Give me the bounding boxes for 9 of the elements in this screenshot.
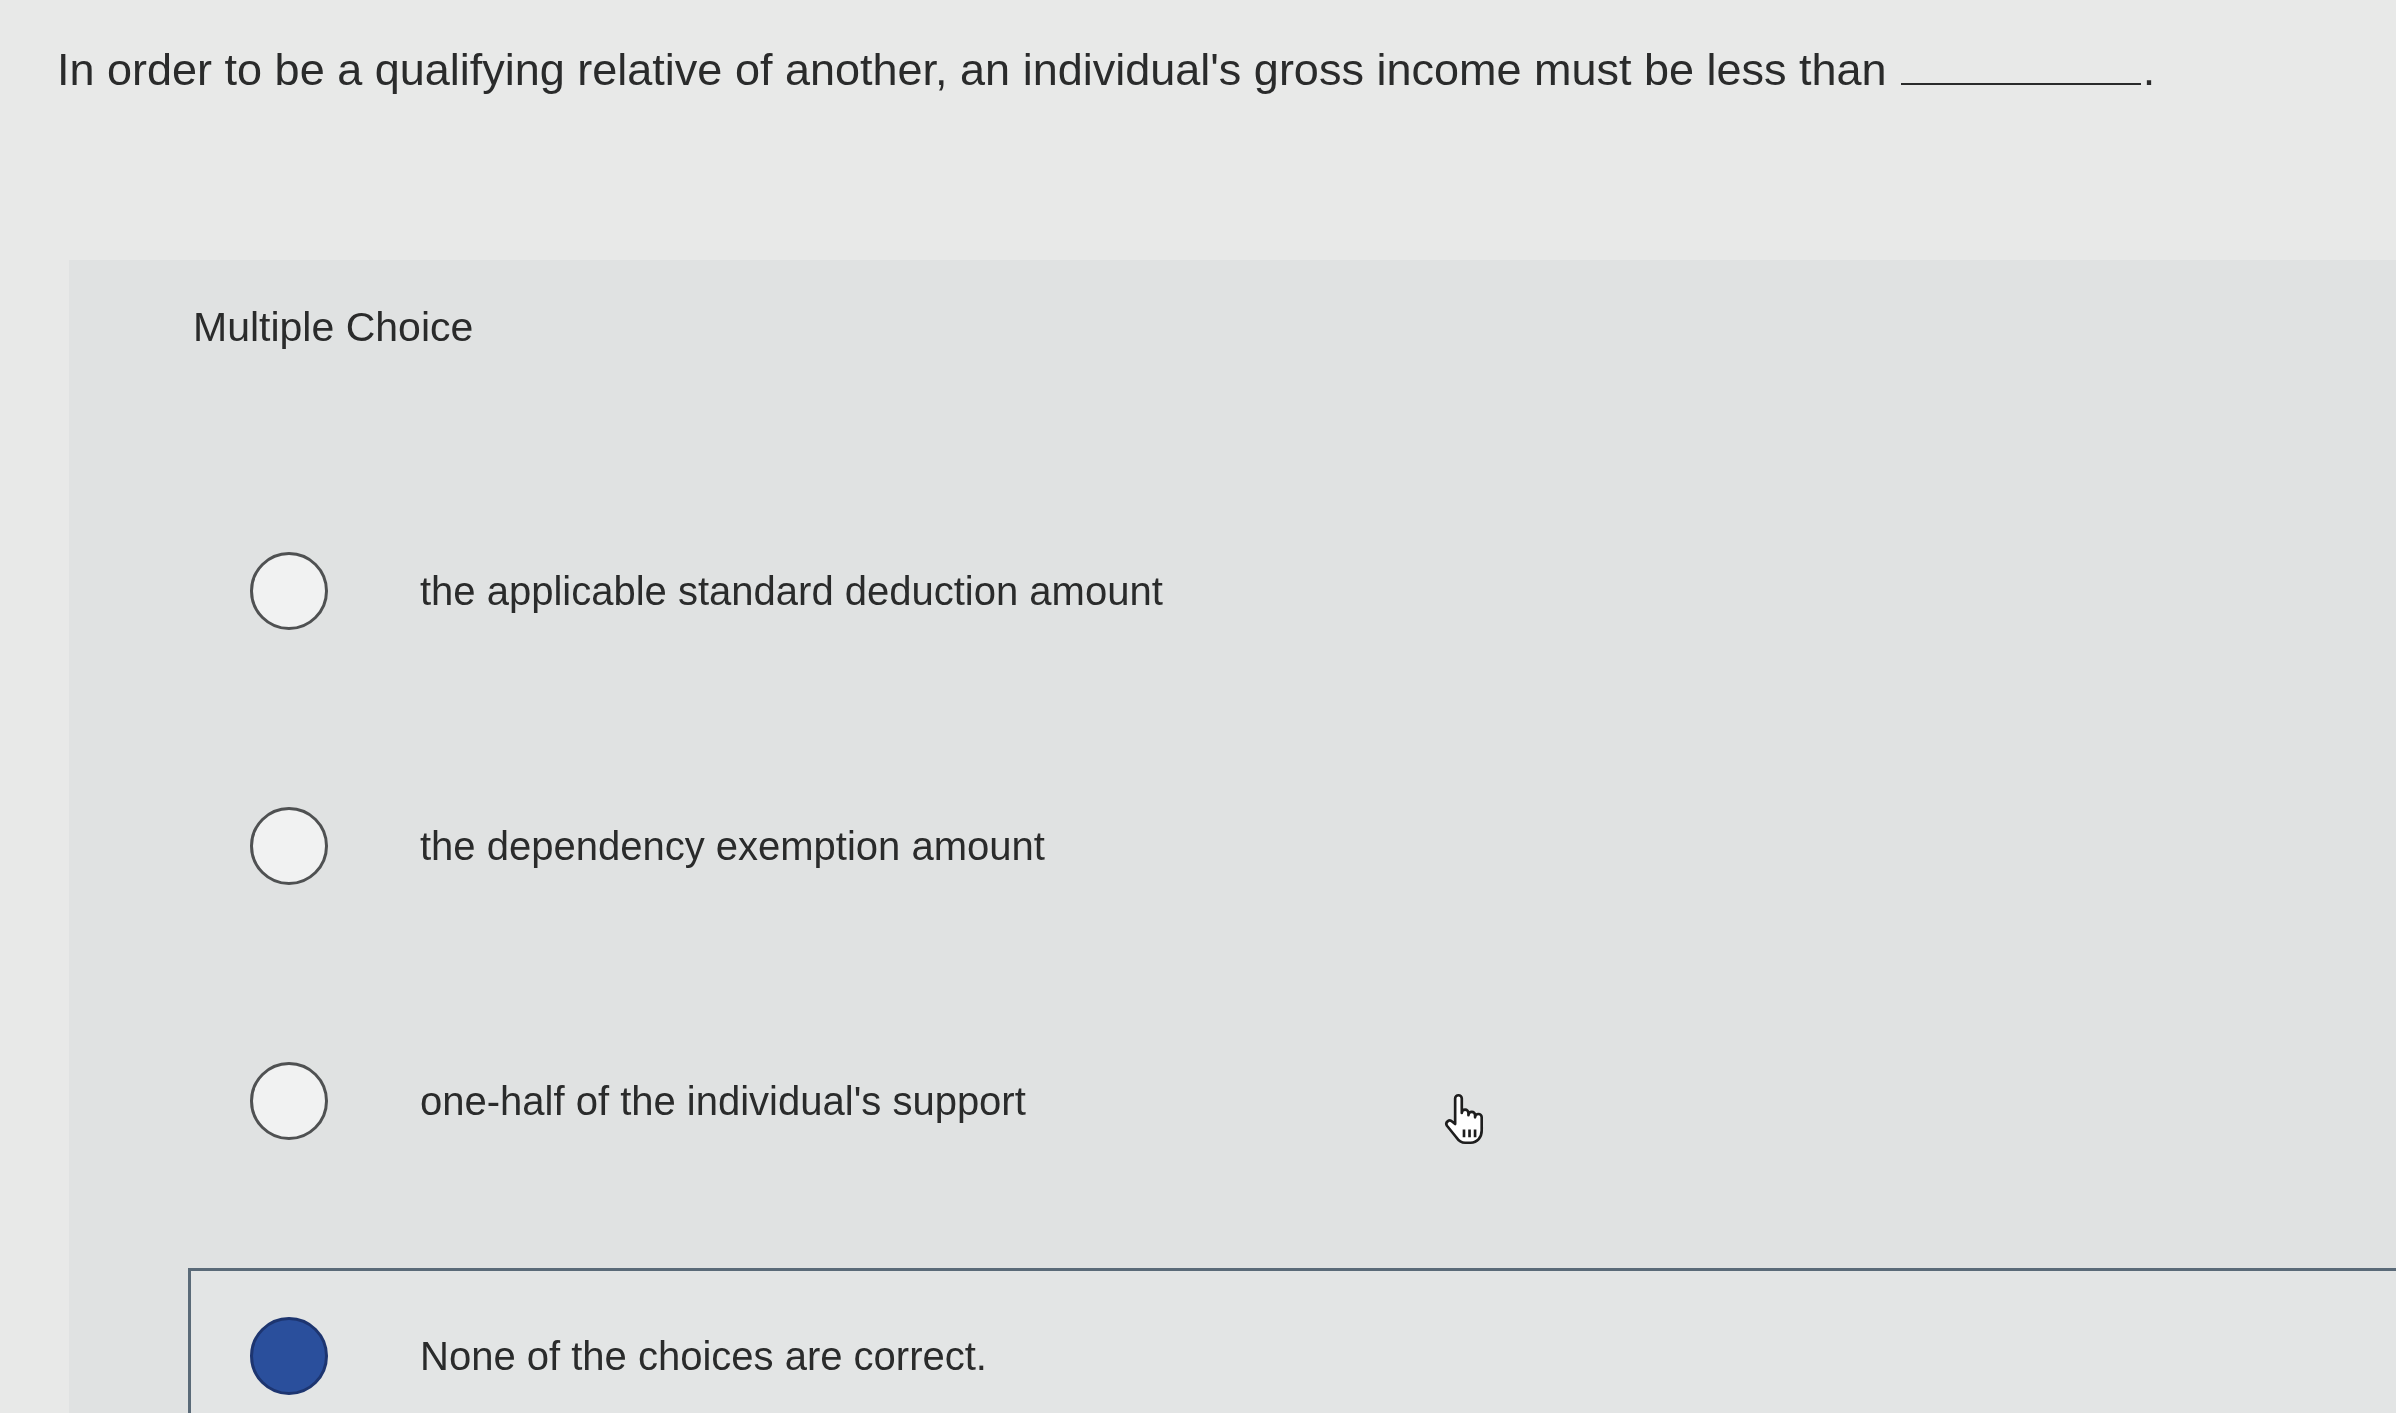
hand-pointer-icon xyxy=(1444,1093,1484,1145)
question-period: . xyxy=(2142,43,2156,97)
selected-answer-frame[interactable]: None of the choices are correct. xyxy=(188,1268,2396,1413)
answer-label[interactable]: the applicable standard deduction amount xyxy=(420,566,1163,616)
question-text: In order to be a qualifying relative of another, an individual's gross income must be less than xyxy=(57,43,1887,97)
answer-label[interactable]: one-half of the individual's support xyxy=(420,1076,1026,1126)
answer-label[interactable]: the dependency exemption amount xyxy=(420,821,1045,871)
answer-label[interactable]: None of the choices are correct. xyxy=(420,1331,987,1381)
section-heading: Multiple Choice xyxy=(192,303,474,352)
